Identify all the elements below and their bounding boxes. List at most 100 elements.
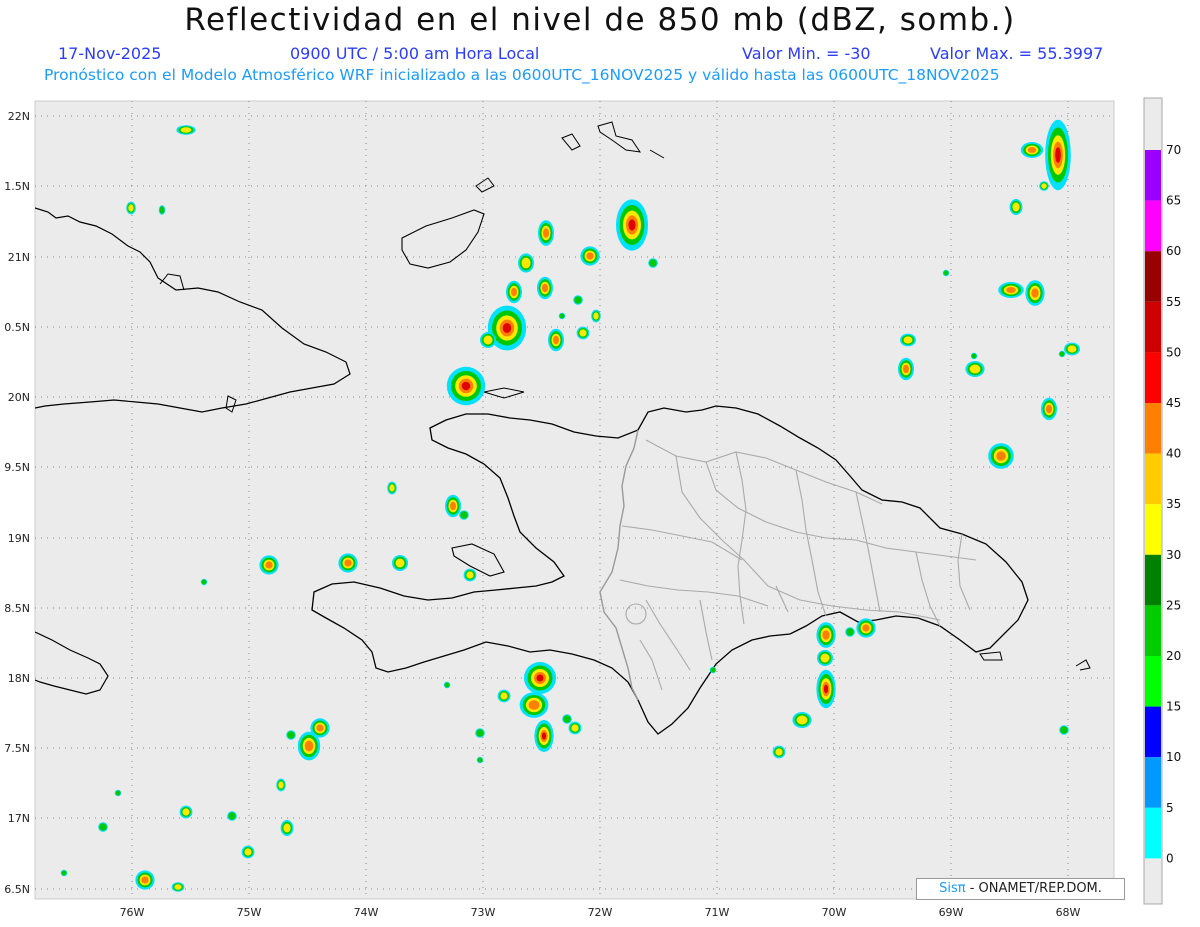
reflectivity-contour bbox=[528, 700, 540, 710]
lon-tick-label: 76W bbox=[120, 906, 145, 919]
reflectivity-cell bbox=[1025, 280, 1045, 306]
reflectivity-contour bbox=[971, 353, 977, 359]
reflectivity-contour bbox=[903, 364, 909, 374]
reflectivity-cell bbox=[443, 681, 451, 689]
reflectivity-cell bbox=[648, 258, 658, 268]
credit-text: - ONAMET/REP.DOM. bbox=[965, 881, 1102, 896]
reflectivity-contour bbox=[1067, 345, 1077, 353]
lon-tick-label: 68W bbox=[1056, 906, 1081, 919]
colorbar-swatch bbox=[1145, 554, 1161, 606]
reflectivity-contour bbox=[502, 323, 512, 333]
reflectivity-cell bbox=[506, 280, 522, 304]
colorbar-swatch bbox=[1145, 504, 1161, 555]
lon-tick-label: 70W bbox=[822, 906, 847, 919]
reflectivity-contour bbox=[541, 732, 547, 740]
lat-tick-label: 1.5N bbox=[4, 180, 30, 193]
reflectivity-contour bbox=[969, 364, 981, 374]
reflectivity-cell bbox=[176, 125, 196, 135]
reflectivity-cell bbox=[772, 745, 786, 759]
reflectivity-cell bbox=[497, 689, 511, 703]
reflectivity-cell bbox=[792, 712, 812, 728]
reflectivity-contour bbox=[141, 876, 149, 884]
lat-tick-label: 9.5N bbox=[4, 461, 30, 474]
reflectivity-contour bbox=[500, 692, 508, 700]
reflectivity-cell bbox=[816, 669, 836, 709]
reflectivity-cell bbox=[518, 253, 534, 273]
reflectivity-cell bbox=[1020, 142, 1044, 158]
colorbar-label: 60 bbox=[1166, 244, 1181, 258]
reflectivity-cell bbox=[1041, 397, 1057, 421]
reflectivity-contour bbox=[846, 628, 854, 636]
reflectivity-contour bbox=[466, 571, 474, 579]
reflectivity-cell bbox=[135, 870, 155, 890]
reflectivity-cell bbox=[988, 443, 1014, 469]
reflectivity-contour bbox=[1041, 183, 1047, 189]
colorbar-swatch bbox=[1145, 403, 1161, 454]
colorbar-swatch bbox=[1145, 150, 1161, 201]
reflectivity-contour bbox=[1027, 147, 1037, 153]
colorbar-label: 30 bbox=[1166, 548, 1181, 562]
reflectivity-cell bbox=[227, 811, 237, 821]
lat-tick-label: 8.5N bbox=[4, 602, 30, 615]
reflectivity-contour bbox=[180, 127, 192, 133]
reflectivity-cell bbox=[898, 357, 914, 381]
reflectivity-cell bbox=[476, 756, 484, 764]
reflectivity-cell bbox=[524, 662, 556, 694]
colorbar-label: 25 bbox=[1166, 598, 1181, 612]
reflectivity-cell bbox=[480, 332, 496, 348]
reflectivity-contour bbox=[586, 252, 594, 260]
reflectivity-contour bbox=[543, 228, 549, 238]
reflectivity-cell bbox=[1059, 725, 1069, 735]
colorbar-label: 10 bbox=[1166, 750, 1181, 764]
reflectivity-contour bbox=[344, 559, 352, 567]
reflectivity-cell bbox=[856, 618, 876, 638]
lat-tick-label: 21N bbox=[8, 251, 30, 264]
reflectivity-cell bbox=[568, 721, 582, 735]
reflectivity-contour bbox=[996, 451, 1006, 461]
reflectivity-cell bbox=[446, 366, 486, 406]
lat-tick-label: 0.5N bbox=[4, 321, 30, 334]
reflectivity-cell bbox=[126, 201, 136, 215]
colorbar-swatch bbox=[1145, 200, 1161, 252]
colorbar-swatch bbox=[1145, 706, 1161, 758]
colorbar-label: 0 bbox=[1166, 851, 1174, 865]
colorbar-label: 35 bbox=[1166, 497, 1181, 511]
reflectivity-contour bbox=[862, 624, 870, 632]
colorbar-swatch bbox=[1145, 656, 1161, 707]
reflectivity-cell bbox=[98, 822, 108, 832]
reflectivity-cell bbox=[998, 282, 1024, 298]
reflectivity-cell bbox=[241, 845, 255, 859]
reflectivity-contour bbox=[283, 823, 291, 833]
reflectivity-cell bbox=[591, 309, 601, 323]
reflectivity-cell bbox=[1064, 342, 1080, 356]
reflectivity-cell bbox=[816, 622, 836, 648]
reflectivity-contour bbox=[1006, 287, 1016, 293]
reflectivity-cell bbox=[537, 276, 553, 300]
reflectivity-contour bbox=[115, 790, 121, 796]
colorbar-label: 15 bbox=[1166, 700, 1181, 714]
reflectivity-cell bbox=[179, 805, 193, 819]
lat-tick-label: 20N bbox=[8, 391, 30, 404]
reflectivity-contour bbox=[820, 653, 830, 663]
colorbar-swatch bbox=[1145, 453, 1161, 505]
reflectivity-contour bbox=[563, 715, 571, 723]
reflectivity-cell bbox=[200, 578, 208, 586]
reflectivity-contour bbox=[593, 312, 599, 320]
reflectivity-contour bbox=[476, 729, 484, 737]
reflectivity-cell bbox=[297, 731, 321, 761]
lon-tick-label: 69W bbox=[939, 906, 964, 919]
lat-tick-label: 6.5N bbox=[4, 883, 30, 896]
lon-tick-label: 75W bbox=[237, 906, 262, 919]
reflectivity-contour bbox=[1055, 147, 1061, 163]
reflectivity-contour bbox=[1031, 288, 1039, 298]
reflectivity-cell bbox=[171, 882, 185, 892]
lon-tick-label: 71W bbox=[705, 906, 730, 919]
reflectivity-contour bbox=[511, 287, 517, 297]
colorbar-swatch bbox=[1145, 757, 1161, 808]
colorbar-label: 40 bbox=[1166, 447, 1181, 461]
lat-tick-label: 7.5N bbox=[4, 742, 30, 755]
reflectivity-contour bbox=[444, 682, 450, 688]
reflectivity-cell bbox=[534, 720, 554, 752]
reflectivity-contour bbox=[61, 870, 67, 876]
reflectivity-contour bbox=[182, 808, 190, 816]
